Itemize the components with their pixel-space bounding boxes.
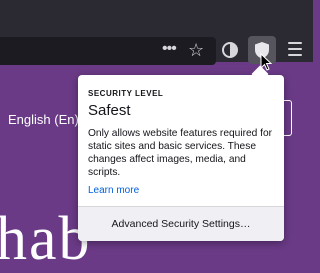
- security-level-heading: SECURITY LEVEL: [88, 89, 164, 98]
- security-level-panel: SECURITY LEVEL Safest Only allows websit…: [78, 65, 284, 241]
- hamburger-menu-icon[interactable]: [288, 42, 302, 60]
- bookmark-star-icon[interactable]: ☆: [188, 40, 204, 61]
- onion-icon[interactable]: [218, 38, 242, 62]
- security-level-description: Only allows website features required fo…: [88, 128, 273, 178]
- advanced-security-settings-button[interactable]: Advanced Security Settings…: [78, 207, 284, 241]
- security-level-name: Safest: [88, 102, 131, 119]
- learn-more-link[interactable]: Learn more: [88, 185, 139, 196]
- url-bar[interactable]: [0, 37, 216, 65]
- language-selector[interactable]: English (En): [8, 112, 79, 127]
- page-actions-icon[interactable]: •••: [162, 37, 177, 65]
- cursor-pointer: [260, 53, 272, 71]
